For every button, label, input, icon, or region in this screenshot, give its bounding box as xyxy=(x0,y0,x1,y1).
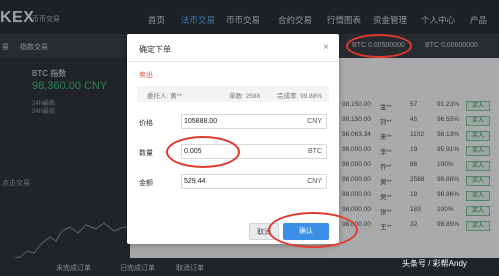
completion-rate: 完成率: 99.88% xyxy=(277,93,323,100)
dialog-title: 确定下单 xyxy=(139,45,171,54)
close-icon[interactable]: × xyxy=(323,42,329,53)
price-value: 105888.00 xyxy=(184,118,218,125)
divider xyxy=(127,61,339,62)
seller-info: 委托人: 黄** 单数: 2588 完成率: 99.88% xyxy=(137,86,329,102)
amount-value: 529.44 xyxy=(184,178,206,185)
price-field[interactable]: 105888.00 CNY xyxy=(181,114,327,129)
highlight-ring-balance xyxy=(346,34,412,58)
quantity-unit: BTC xyxy=(308,148,322,155)
highlight-ring-confirm xyxy=(268,212,358,248)
amount-label: 金额 xyxy=(139,180,153,187)
order-side-label: 卖出 xyxy=(139,72,153,79)
amount-unit: CNY xyxy=(307,178,322,185)
amount-field[interactable]: 529.44 CNY xyxy=(181,174,327,189)
price-unit: CNY xyxy=(307,118,322,125)
quantity-label: 数量 xyxy=(139,150,153,157)
watermark: 头条号 / 彩帮Andy xyxy=(402,259,467,268)
price-label: 价格 xyxy=(139,120,153,127)
order-count: 单数: 2588 xyxy=(229,93,261,100)
highlight-ring-quantity xyxy=(166,136,240,168)
entrust-user: 委托人: 黄** xyxy=(147,93,182,100)
